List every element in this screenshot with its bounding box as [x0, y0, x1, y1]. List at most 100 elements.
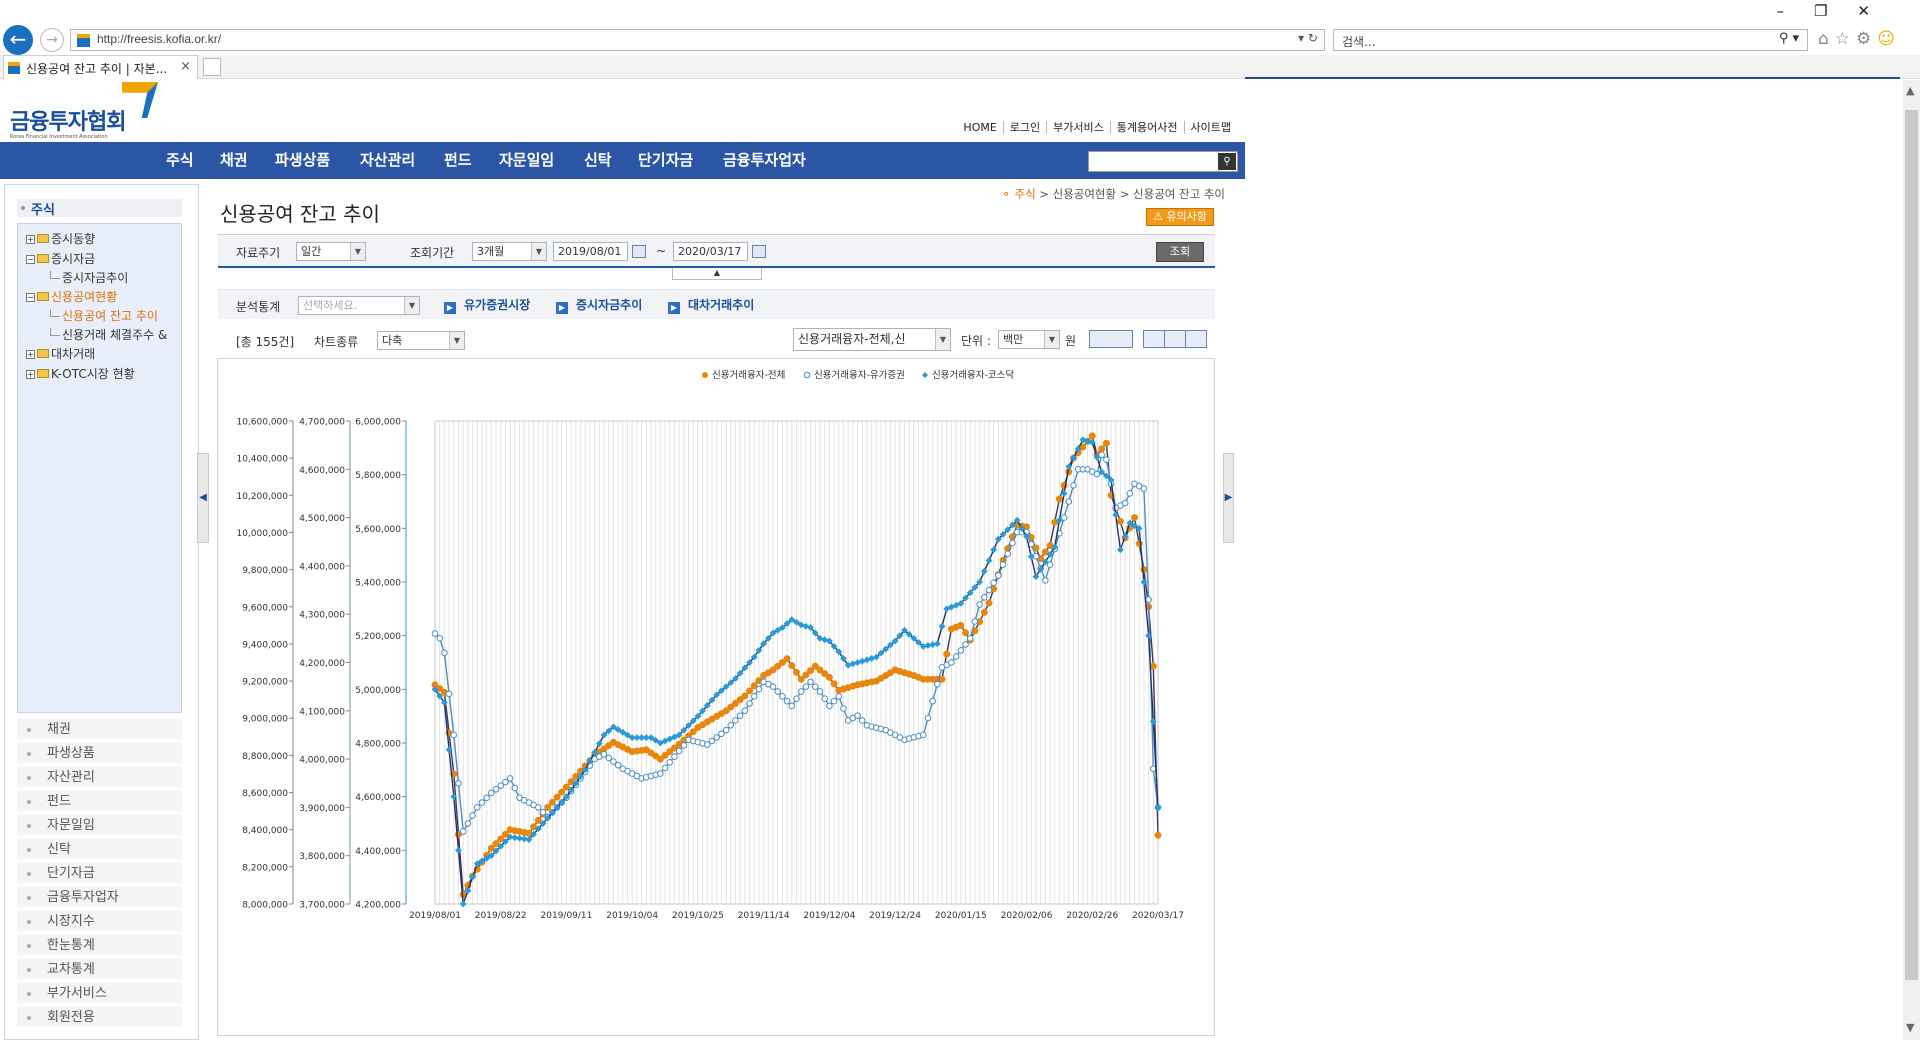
breadcrumb-1[interactable]: 주식 [1014, 187, 1035, 201]
start-date-input[interactable]: 2019/08/01 [553, 242, 628, 261]
expand-icon[interactable]: + [26, 350, 35, 359]
settings-gear-icon[interactable]: ⚙ [1856, 29, 1877, 49]
y-tick-label: 4,800,000 [355, 740, 401, 750]
sidebar-menu-item[interactable]: 시장지수 [17, 911, 182, 932]
expand-right-icon[interactable]: ▶ [1223, 453, 1234, 543]
sidebar-menu-item[interactable]: 한눈통계 [17, 935, 182, 956]
sidebar-menu-item[interactable]: 채권 [17, 719, 182, 740]
chart-view-icon[interactable] [1089, 330, 1133, 348]
browser-tab[interactable]: 신용공여 잔고 추이 | 자본... × [3, 55, 198, 79]
home-icon[interactable]: ⌂ [1818, 29, 1835, 49]
top-link-home[interactable]: HOME [957, 121, 1002, 134]
sidebar-menu-item[interactable]: 금융투자업자 [17, 887, 182, 908]
sidebar-menu-item[interactable]: 자산관리 [17, 767, 182, 788]
scroll-up-icon[interactable]: ▲ [1906, 84, 1914, 97]
gnb-stock[interactable]: 주식 [166, 149, 194, 170]
toolbar-icons[interactable]: ⌂☆⚙☺ [1818, 29, 1901, 49]
fullscreen-view-icon[interactable] [1185, 330, 1207, 348]
url-field[interactable]: http://freesis.kofia.or.kr/ ▾ ↻ [70, 29, 1325, 51]
gnb-trust[interactable]: 신탁 [584, 149, 612, 170]
tree-node-kotc[interactable]: + K-OTC시장 현황 [26, 365, 135, 382]
y-tick-label: 5,800,000 [355, 471, 401, 481]
notice-button[interactable]: ⚠ 유의사항 [1146, 208, 1214, 226]
gnb-short-term-funds[interactable]: 단기자금 [638, 149, 693, 170]
calendar-icon[interactable] [752, 245, 766, 258]
site-search-icon[interactable]: ⚲ [1218, 153, 1236, 170]
sidebar-menu-item[interactable]: 신탁 [17, 839, 182, 860]
sidebar-menu-item[interactable]: 단기자금 [17, 863, 182, 884]
new-tab-button[interactable] [203, 58, 221, 76]
page-scrollbar[interactable]: ▲ ▼ [1903, 80, 1920, 1040]
gnb-fund[interactable]: 펀드 [444, 149, 472, 170]
split-view-icon[interactable] [1164, 330, 1186, 348]
browser-search-field[interactable]: 검색... ⚲ ▾ [1333, 29, 1808, 51]
gnb-advisory[interactable]: 자문일임 [499, 149, 554, 170]
sidebar-menu-item[interactable]: 부가서비스 [17, 983, 182, 1004]
data-point [779, 693, 786, 700]
top-link-sitemap[interactable]: 사이트맵 [1183, 121, 1237, 134]
tab-close-icon[interactable]: × [180, 59, 191, 74]
data-point [826, 702, 833, 710]
gnb-asset-management[interactable]: 자산관리 [360, 149, 415, 170]
site-search-input[interactable]: ⚲ [1088, 151, 1238, 172]
sidebar-menu-item[interactable]: 회원전용 [17, 1007, 182, 1028]
collapse-icon[interactable]: − [26, 293, 35, 302]
breadcrumb-3[interactable]: 신용공여 잔고 추이 [1133, 187, 1225, 201]
expand-icon[interactable]: + [26, 370, 35, 379]
sidebar-menu-item[interactable]: 펀드 [17, 791, 182, 812]
top-link-login[interactable]: 로그인 [1002, 121, 1047, 134]
link-lending[interactable]: ▶ 대차거래추이 [668, 296, 754, 314]
tree-node-credit-status[interactable]: − 신용공여현황 [26, 288, 117, 305]
series-select[interactable]: 신용거래융자-전체,신 ▼ [793, 328, 951, 351]
range-select[interactable]: 3개월 ▼ [472, 242, 547, 261]
sidebar-menu-item[interactable]: 자문일임 [17, 815, 182, 836]
top-link-glossary[interactable]: 통계용어사전 [1109, 121, 1184, 134]
favorites-star-icon[interactable]: ☆ [1835, 29, 1856, 49]
sidebar-menu-item[interactable]: 파생상품 [17, 743, 182, 764]
tree-node-lending[interactable]: + 대차거래 [26, 345, 95, 362]
gnb-financial-firms[interactable]: 금융투자업자 [723, 149, 806, 170]
data-point [553, 793, 561, 801]
feedback-smiley-icon[interactable]: ☺ [1877, 29, 1901, 49]
collapse-left-icon[interactable]: ◀ [197, 453, 209, 543]
back-button[interactable]: ← [3, 25, 33, 55]
doc-icon [50, 328, 60, 336]
global-nav: 주식 채권 파생상품 자산관리 펀드 자문일임 신탁 단기자금 금융투자업자 ⚲ [0, 142, 1245, 179]
breadcrumb-2[interactable]: 신용공여현황 [1053, 187, 1116, 201]
collapse-icon[interactable]: − [26, 255, 35, 264]
forward-button[interactable]: → [40, 28, 64, 52]
tree-node-market-trend[interactable]: + 증시동향 [26, 230, 95, 247]
unit-select[interactable]: 백만 ▼ [998, 330, 1060, 349]
search-icon[interactable]: ⚲ ▾ [1779, 31, 1799, 46]
query-button[interactable]: 조회 [1156, 242, 1204, 262]
gnb-bond[interactable]: 채권 [220, 149, 248, 170]
period-select[interactable]: 일간 ▼ [296, 242, 366, 261]
x-tick-label: 2019/10/04 [606, 911, 658, 921]
window-controls[interactable]: –❐✕ [1776, 2, 1900, 20]
gnb-derivatives[interactable]: 파생상품 [275, 149, 330, 170]
top-link-extra-services[interactable]: 부가서비스 [1046, 121, 1110, 134]
chart-type-select[interactable]: 다축 ▼ [377, 331, 465, 350]
dropdown-arrow-icon: ▼ [935, 329, 950, 350]
link-market-funds[interactable]: ▶ 증시자금추이 [556, 296, 642, 314]
scroll-thumb[interactable] [1905, 110, 1918, 980]
tree-node-market-funds-trend[interactable]: 증시자금추이 [50, 269, 128, 286]
expand-icon[interactable]: + [26, 235, 35, 244]
tree-node-credit-trade-shares[interactable]: 신용거래 체결주수 & [50, 326, 180, 343]
refresh-icon[interactable]: ▾ ↻ [1298, 31, 1318, 45]
analysis-select[interactable]: 선택하세요. ▼ [298, 296, 420, 315]
dropdown-arrow-icon: ▼ [531, 243, 546, 260]
link-kospi[interactable]: ▶ 유가증권시장 [444, 296, 530, 314]
end-date-input[interactable]: 2020/03/17 [673, 242, 748, 261]
sidebar-head[interactable]: 주식 [17, 199, 182, 218]
y-tick-label: 9,200,000 [242, 678, 288, 688]
site-logo[interactable]: 금융투자협회 Korea Financial Investment Associ… [10, 82, 160, 140]
tree-node-market-funds[interactable]: − 증시자금 [26, 250, 95, 267]
scroll-down-icon[interactable]: ▼ [1906, 1021, 1914, 1034]
table-view-icon[interactable] [1143, 330, 1165, 348]
sidebar-menu-item[interactable]: 교차통계 [17, 959, 182, 980]
tree-node-credit-balance-trend[interactable]: 신용공여 잔고 추이 [50, 307, 158, 324]
calendar-icon[interactable] [632, 245, 646, 258]
data-point [1088, 432, 1096, 440]
collapse-conditions-icon[interactable]: ▲ [672, 268, 762, 280]
